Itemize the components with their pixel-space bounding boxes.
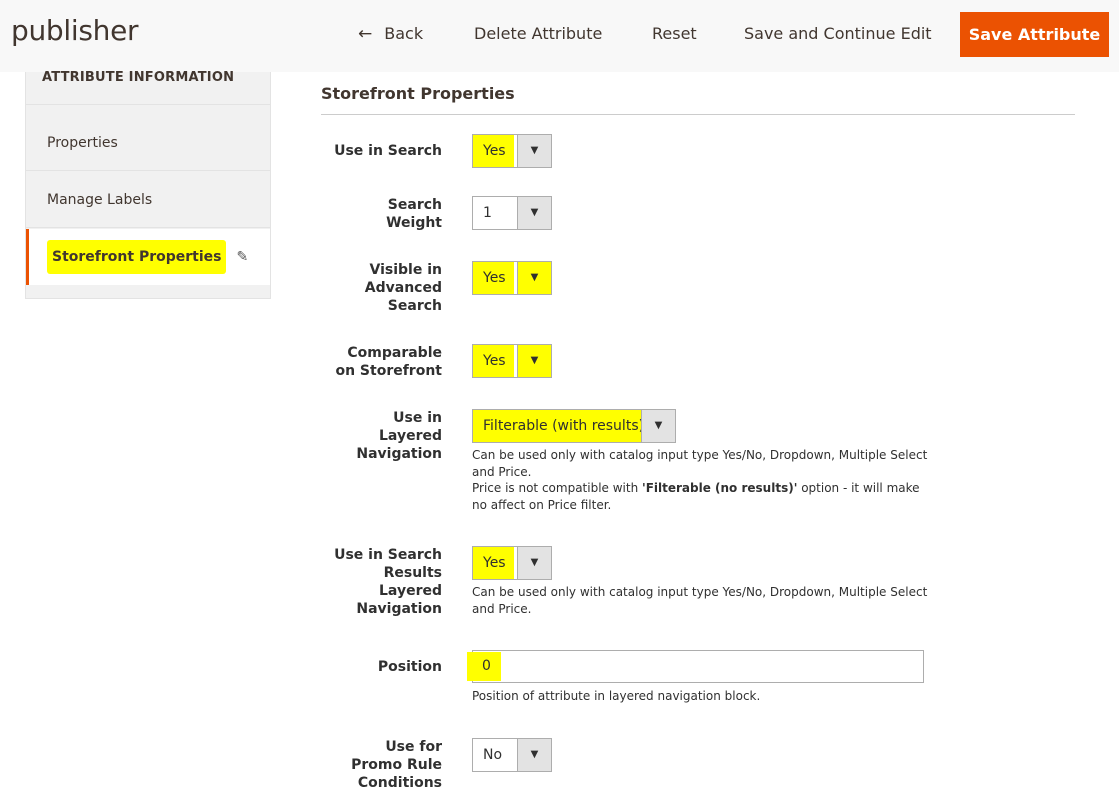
label-line: Results	[383, 565, 442, 581]
note-line: Can be used only with catalog input type…	[472, 448, 928, 479]
position-input[interactable]	[472, 650, 924, 683]
label-line: Use for	[385, 739, 442, 755]
label-line: Advanced	[364, 280, 442, 296]
select-value: Filterable (with results)	[473, 410, 653, 442]
position-label: Position	[377, 659, 442, 675]
chevron-down-icon: ▼	[517, 197, 551, 229]
sidebar-divider	[26, 104, 270, 105]
sidebar-item-label: Storefront Properties	[47, 240, 227, 274]
select-value: Yes	[473, 135, 514, 167]
chevron-down-icon: ▼	[517, 262, 551, 294]
section-divider	[321, 114, 1075, 115]
label-line: Navigation	[356, 446, 442, 462]
label-line: Visible in	[369, 262, 442, 278]
sidebar-item-storefront-properties[interactable]: Storefront Properties ✎	[26, 229, 270, 285]
use-in-search-results-layered-navigation-label: Use in Search Results Layered Navigation	[334, 546, 442, 618]
select-value: Yes	[473, 262, 514, 294]
position-value: 0	[482, 658, 491, 674]
label-line: Conditions	[357, 775, 442, 791]
sidebar-item-manage-labels[interactable]: Manage Labels	[26, 172, 270, 228]
comparable-on-storefront-label: Comparable on Storefront	[335, 344, 442, 380]
save-attribute-button[interactable]: Save Attribute	[960, 12, 1109, 57]
back-label: Back	[384, 24, 424, 43]
label-line: Promo Rule	[351, 757, 442, 773]
chevron-down-icon: ▼	[517, 739, 551, 771]
note-text: Price is not compatible with	[472, 481, 643, 495]
sidebar-item-label: Manage Labels	[47, 192, 153, 208]
label-line: Layered	[379, 428, 442, 444]
use-in-search-label: Use in Search	[334, 143, 442, 159]
reset-button[interactable]: Reset	[652, 24, 697, 44]
note-line: Price is not compatible with 'Filterable…	[472, 480, 932, 513]
use-in-layered-navigation-label: Use in Layered Navigation	[356, 409, 442, 463]
chevron-down-icon: ▼	[517, 345, 551, 377]
use-in-search-results-layered-navigation-select[interactable]: Yes ▼	[472, 546, 552, 580]
label-line: on Storefront	[335, 363, 442, 379]
select-value: Yes	[473, 547, 514, 579]
sidebar-heading: ATTRIBUTE INFORMATION	[42, 70, 235, 85]
search-weight-select[interactable]: 1 ▼	[472, 196, 552, 230]
label-line: Use in Search	[334, 547, 442, 563]
sidebar-item-properties[interactable]: Properties	[26, 115, 270, 171]
use-in-layered-navigation-select[interactable]: Filterable (with results) ▼	[472, 409, 676, 443]
page-title: publisher	[11, 14, 139, 47]
pencil-icon: ✎	[236, 249, 249, 265]
comparable-on-storefront-select[interactable]: Yes ▼	[472, 344, 552, 378]
chevron-down-icon: ▼	[641, 410, 675, 442]
visible-in-advanced-search-label: Visible in Advanced Search	[365, 261, 442, 315]
delete-attribute-button[interactable]: Delete Attribute	[474, 24, 602, 44]
label-line: Use in	[393, 410, 442, 426]
chevron-down-icon: ▼	[517, 135, 551, 167]
label-line: Comparable	[347, 345, 442, 361]
label-line: Navigation	[356, 601, 442, 617]
search-weight-label: Search Weight	[386, 196, 442, 232]
use-in-search-select[interactable]: Yes ▼	[472, 134, 552, 168]
sidebar-item-label: Properties	[47, 135, 118, 151]
position-note: Position of attribute in layered navigat…	[472, 689, 761, 703]
back-button[interactable]: ← Back	[358, 24, 423, 44]
attribute-sidebar: ATTRIBUTE INFORMATION Properties Manage …	[25, 70, 271, 299]
select-value: 1	[483, 205, 492, 221]
save-and-continue-button[interactable]: Save and Continue Edit	[744, 24, 932, 44]
label-line: Search	[387, 298, 442, 314]
select-value: Yes	[473, 345, 514, 377]
label-line: Weight	[386, 215, 442, 231]
select-value: No	[483, 747, 503, 763]
note-emphasis: 'Filterable (no results)'	[642, 481, 798, 495]
visible-in-advanced-search-select[interactable]: Yes ▼	[472, 261, 552, 295]
use-for-promo-rule-conditions-label: Use for Promo Rule Conditions	[351, 738, 442, 792]
use-for-promo-rule-conditions-select[interactable]: No ▼	[472, 738, 552, 772]
label-line: Search	[387, 197, 442, 213]
section-title: Storefront Properties	[321, 84, 515, 103]
arrow-left-icon: ←	[358, 24, 373, 44]
label-line: Layered	[379, 583, 442, 599]
chevron-down-icon: ▼	[517, 547, 551, 579]
page-header: publisher ← Back Delete Attribute Reset S…	[0, 0, 1119, 72]
search-results-navigation-note: Can be used only with catalog input type…	[472, 585, 928, 616]
layered-navigation-note: Can be used only with catalog input type…	[472, 447, 932, 513]
